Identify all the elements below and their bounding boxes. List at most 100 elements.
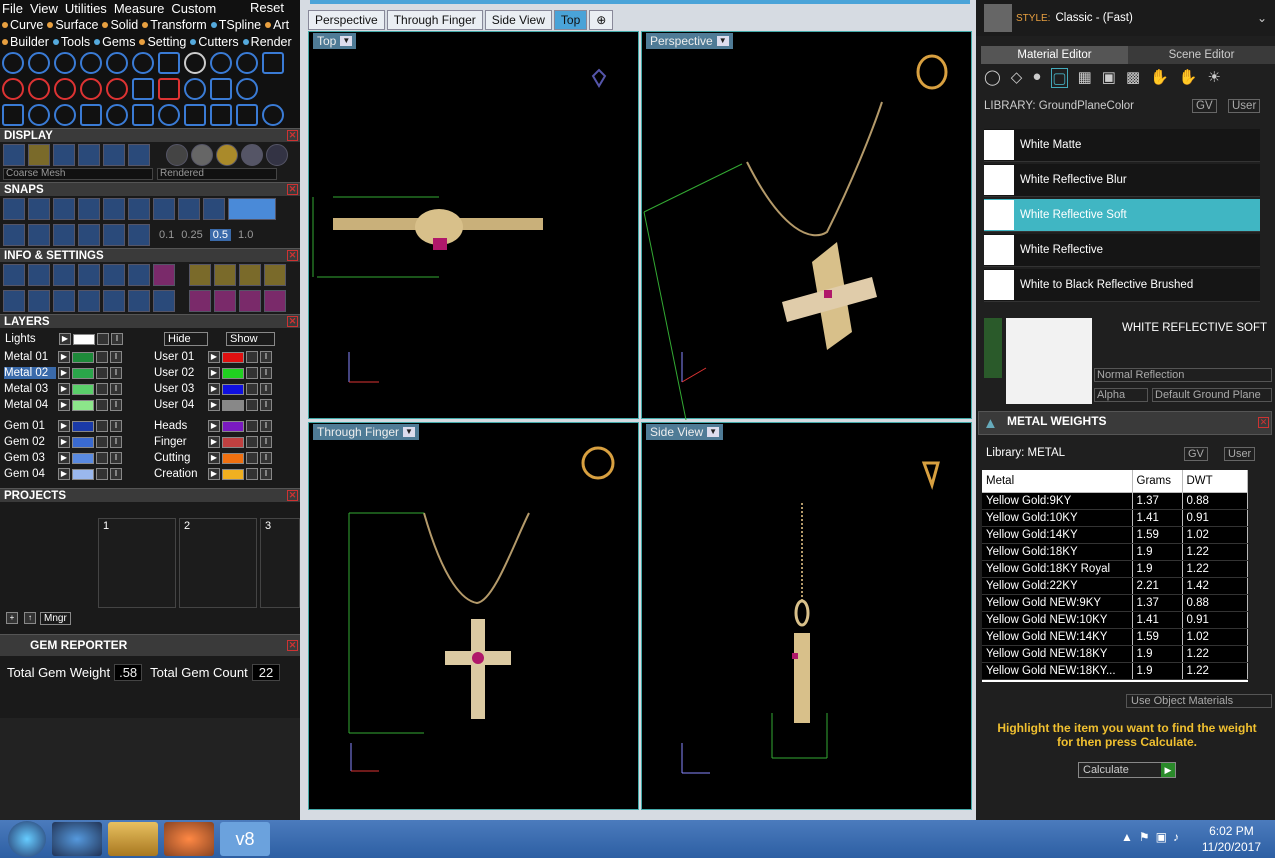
gold-ball-icon[interactable] <box>216 144 238 166</box>
hide-toggle[interactable]: Hide <box>164 332 208 346</box>
layer-color-swatch[interactable] <box>222 399 244 411</box>
expand-icon[interactable]: ▶ <box>58 367 70 379</box>
snap-tangent-icon[interactable] <box>128 198 150 220</box>
material-item[interactable]: White Matte <box>984 129 1260 162</box>
lock-icon[interactable] <box>96 452 108 464</box>
style-bar[interactable]: STYLE: Classic - (Fast) ⌄ <box>976 0 1275 36</box>
layer-row[interactable]: Metal 02 ▶ I <box>4 366 122 380</box>
layer-color-swatch[interactable] <box>72 367 94 379</box>
layer-color-swatch[interactable] <box>222 367 244 379</box>
settings-gear-icon[interactable] <box>3 264 25 286</box>
layer-row[interactable]: User 02 ▶ I <box>154 366 272 380</box>
revolve-tool-icon[interactable] <box>80 52 102 74</box>
layer-row[interactable]: Gem 04 ▶ I <box>4 467 122 481</box>
layer-row[interactable]: Metal 01 ▶ I <box>4 350 122 364</box>
visible-icon[interactable]: I <box>260 468 272 480</box>
layer-row[interactable]: User 01 ▶ I <box>154 350 272 364</box>
lock-icon[interactable] <box>246 351 258 363</box>
material-item[interactable]: White Reflective Blur <box>984 164 1260 197</box>
layer-color-swatch[interactable] <box>222 452 244 464</box>
check-tool-icon[interactable] <box>184 78 206 100</box>
table-row[interactable]: Yellow Gold:18KY Royal 1.9 1.22 <box>982 560 1248 578</box>
tray-icons[interactable]: ▲⚑▣♪ <box>1121 830 1185 844</box>
submenu-cutters[interactable]: Cutters <box>190 35 238 49</box>
table-row[interactable]: Yellow Gold:9KY 1.37 0.88 <box>982 492 1248 510</box>
visible-icon[interactable]: I <box>110 468 122 480</box>
snap-perp-icon[interactable] <box>103 198 125 220</box>
printer-icon[interactable] <box>53 264 75 286</box>
split-tool-icon[interactable] <box>106 78 128 100</box>
shell-tool-icon[interactable] <box>210 78 232 100</box>
chrome-ball-icon[interactable] <box>191 144 213 166</box>
visible-icon[interactable]: I <box>110 436 122 448</box>
layer-color-swatch[interactable] <box>222 436 244 448</box>
menu-measure[interactable]: Measure <box>114 1 165 16</box>
layer-name[interactable]: User 01 <box>154 351 206 363</box>
snap-value-3[interactable]: 0.5 <box>209 229 232 241</box>
table-row[interactable]: Yellow Gold NEW:9KY 1.37 0.88 <box>982 594 1248 612</box>
layer-color-swatch[interactable] <box>72 468 94 480</box>
layer-row[interactable]: Creation ▶ I <box>154 467 272 481</box>
lock-icon[interactable] <box>246 367 258 379</box>
layer-color-swatch[interactable] <box>222 420 244 432</box>
layer-color-swatch[interactable] <box>72 351 94 363</box>
user-button[interactable]: User <box>1228 99 1261 113</box>
snap-end-icon[interactable] <box>203 198 225 220</box>
cylinder-icon[interactable] <box>78 290 100 312</box>
gem-rotate-icon[interactable] <box>239 290 261 312</box>
snap-value-4[interactable]: 1.0 <box>238 229 253 241</box>
visible-icon[interactable]: I <box>260 383 272 395</box>
visible-icon[interactable]: I <box>260 452 272 464</box>
submenu-curve[interactable]: Curve <box>2 18 43 32</box>
hand-alt-icon[interactable]: ✋ <box>1179 68 1198 88</box>
calculate-button[interactable]: Calculate ▶ <box>1078 762 1176 778</box>
tab-through-finger[interactable]: Through Finger <box>386 10 483 30</box>
lock-icon[interactable] <box>96 436 108 448</box>
submenu-gems[interactable]: Gems <box>94 35 135 49</box>
expand-icon[interactable]: ▶ <box>208 383 220 395</box>
viewport-through-finger[interactable]: Through Finger ▼ <box>308 422 639 810</box>
pipe-tool-icon[interactable] <box>106 52 128 74</box>
dark-ball-icon[interactable] <box>266 144 288 166</box>
layer-name[interactable]: User 02 <box>154 367 206 379</box>
snap-curve-icon[interactable] <box>28 198 50 220</box>
expand-icon[interactable]: ▶ <box>58 436 70 448</box>
viewport-top[interactable]: Top ▼ <box>308 31 639 419</box>
manager-button[interactable]: Mngr <box>40 612 71 625</box>
table-icon[interactable] <box>153 290 175 312</box>
ground-plane-icon[interactable]: ▢ <box>1051 68 1068 88</box>
layer-name[interactable]: Gem 01 <box>4 420 56 432</box>
scale-tool-icon[interactable] <box>132 104 154 126</box>
snap-center-icon[interactable] <box>78 198 100 220</box>
expand-icon[interactable]: ▶ <box>58 399 70 411</box>
viewport-through-finger-label[interactable]: Through Finger ▼ <box>313 424 419 440</box>
table-row[interactable]: Yellow Gold:14KY 1.59 1.02 <box>982 526 1248 544</box>
pattern-icon[interactable]: ▣ <box>1102 68 1116 88</box>
expand-icon[interactable]: ▶ <box>58 351 70 363</box>
viewport-side-view[interactable]: Side View ▼ <box>641 422 972 810</box>
gem-snap-icon[interactable] <box>264 290 286 312</box>
expand-icon[interactable]: ▶ <box>58 468 70 480</box>
expand-icon[interactable]: ▶ <box>208 468 220 480</box>
snap-plane-icon[interactable] <box>3 224 25 246</box>
circle-tool-icon[interactable] <box>2 52 24 74</box>
snap-mid-icon[interactable] <box>178 198 200 220</box>
table-row[interactable]: Yellow Gold NEW:18KY... 1.9 1.22 <box>982 662 1248 680</box>
lights-color[interactable] <box>73 333 95 345</box>
group-tool-icon[interactable] <box>184 104 206 126</box>
layer-row[interactable]: Cutting ▶ I <box>154 451 272 465</box>
material-item[interactable]: White Reflective Soft <box>984 199 1260 232</box>
windows-icon[interactable] <box>3 290 25 312</box>
viewport-perspective[interactable]: Perspective ▼ <box>641 31 972 421</box>
gem-move-icon[interactable] <box>214 290 236 312</box>
submenu-transform[interactable]: Transform <box>142 18 207 32</box>
snap-value-2[interactable]: 0.25 <box>181 229 202 241</box>
visible-icon[interactable]: I <box>260 399 272 411</box>
visible-icon[interactable]: I <box>110 367 122 379</box>
expand-icon[interactable]: ▶ <box>59 333 71 345</box>
magnify-icon[interactable] <box>28 264 50 286</box>
table-row[interactable]: Yellow Gold:22KY 2.21 1.42 <box>982 577 1248 595</box>
layer-row[interactable]: Gem 02 ▶ I <box>4 435 122 449</box>
expand-icon[interactable]: ▶ <box>208 351 220 363</box>
snap-point-icon[interactable] <box>53 198 75 220</box>
